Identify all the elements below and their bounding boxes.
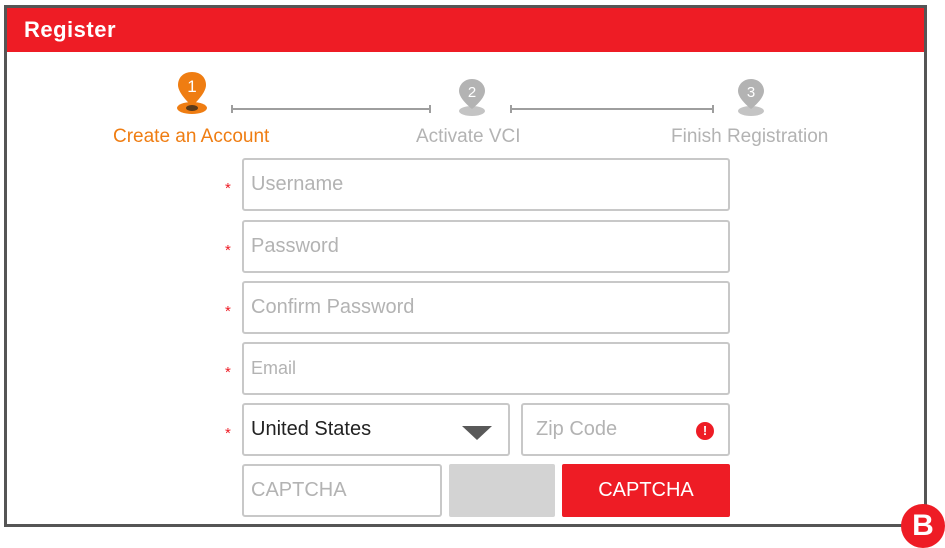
captcha-image xyxy=(449,464,555,517)
title-bar: Register xyxy=(7,8,924,52)
step-1-number: 1 xyxy=(187,77,196,96)
corner-badge: B xyxy=(901,504,945,548)
username-input[interactable]: Username xyxy=(242,158,730,211)
country-select[interactable]: United States xyxy=(242,403,510,456)
step-3-number: 3 xyxy=(747,84,755,101)
step-3-label: Finish Registration xyxy=(671,126,829,147)
window-title: Register xyxy=(24,17,117,42)
captcha-input[interactable]: CAPTCHA xyxy=(242,464,442,517)
register-window: Register 1 Create an Account 2 Activate … xyxy=(4,5,927,527)
dropdown-arrow-icon xyxy=(462,426,492,440)
step-3-pin-icon: 3 xyxy=(734,77,764,121)
zip-code-input[interactable]: Zip Code ! xyxy=(521,403,730,456)
country-select-value: United States xyxy=(251,418,372,440)
step-connector-2 xyxy=(510,105,714,113)
email-input[interactable]: Email xyxy=(242,342,730,395)
required-marker: * xyxy=(225,364,231,381)
step-connector-1 xyxy=(231,105,431,113)
required-marker: * xyxy=(225,425,231,442)
zip-code-placeholder: Zip Code xyxy=(536,418,618,440)
required-marker: * xyxy=(225,180,231,197)
step-1-pin-icon: 1 xyxy=(175,70,207,114)
confirm-password-input[interactable]: Confirm Password xyxy=(242,281,730,334)
step-1-label: Create an Account xyxy=(113,126,270,147)
required-marker: * xyxy=(225,303,231,320)
step-2-label: Activate VCI xyxy=(416,126,521,147)
error-icon: ! xyxy=(696,422,714,440)
password-input[interactable]: Password xyxy=(242,220,730,273)
step-2-number: 2 xyxy=(468,84,476,101)
step-2-pin-icon: 2 xyxy=(455,77,485,121)
captcha-button[interactable]: CAPTCHA xyxy=(562,464,730,517)
required-marker: * xyxy=(225,242,231,259)
